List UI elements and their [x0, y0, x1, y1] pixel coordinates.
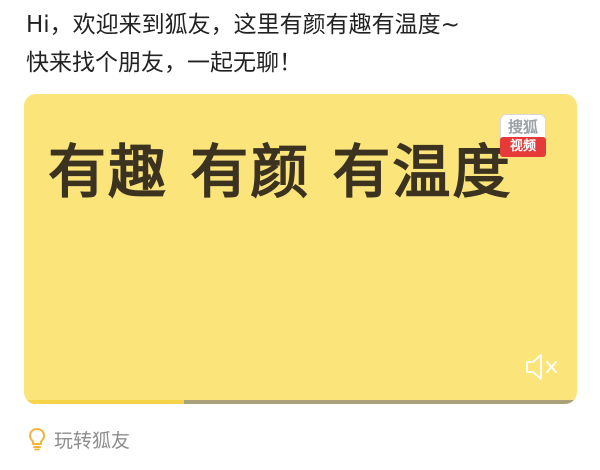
- video-progress-fill: [24, 400, 185, 404]
- tag-link[interactable]: 玩转狐友: [28, 424, 130, 454]
- intro-text: Hi，欢迎来到狐友，这里有颜有趣有温度~ 快来找个朋友，一起无聊！: [26, 6, 586, 82]
- video-headline: 有趣 有颜 有温度: [48, 138, 513, 206]
- intro-line-1: Hi，欢迎来到狐友，这里有颜有趣有温度~: [26, 12, 460, 38]
- video-player[interactable]: 有趣 有颜 有温度 搜狐 视频: [24, 94, 577, 404]
- watermark-bottom-text: 视频: [500, 137, 546, 157]
- lightbulb-icon: [29, 428, 45, 451]
- sohu-video-watermark: 搜狐 视频: [498, 114, 546, 158]
- video-progress-bar[interactable]: [24, 400, 577, 404]
- tag-label: 玩转狐友: [54, 429, 131, 452]
- intro-line-2: 快来找个朋友，一起无聊！: [26, 50, 302, 76]
- speaker-muted-icon: [526, 354, 557, 380]
- mute-button[interactable]: [524, 352, 560, 382]
